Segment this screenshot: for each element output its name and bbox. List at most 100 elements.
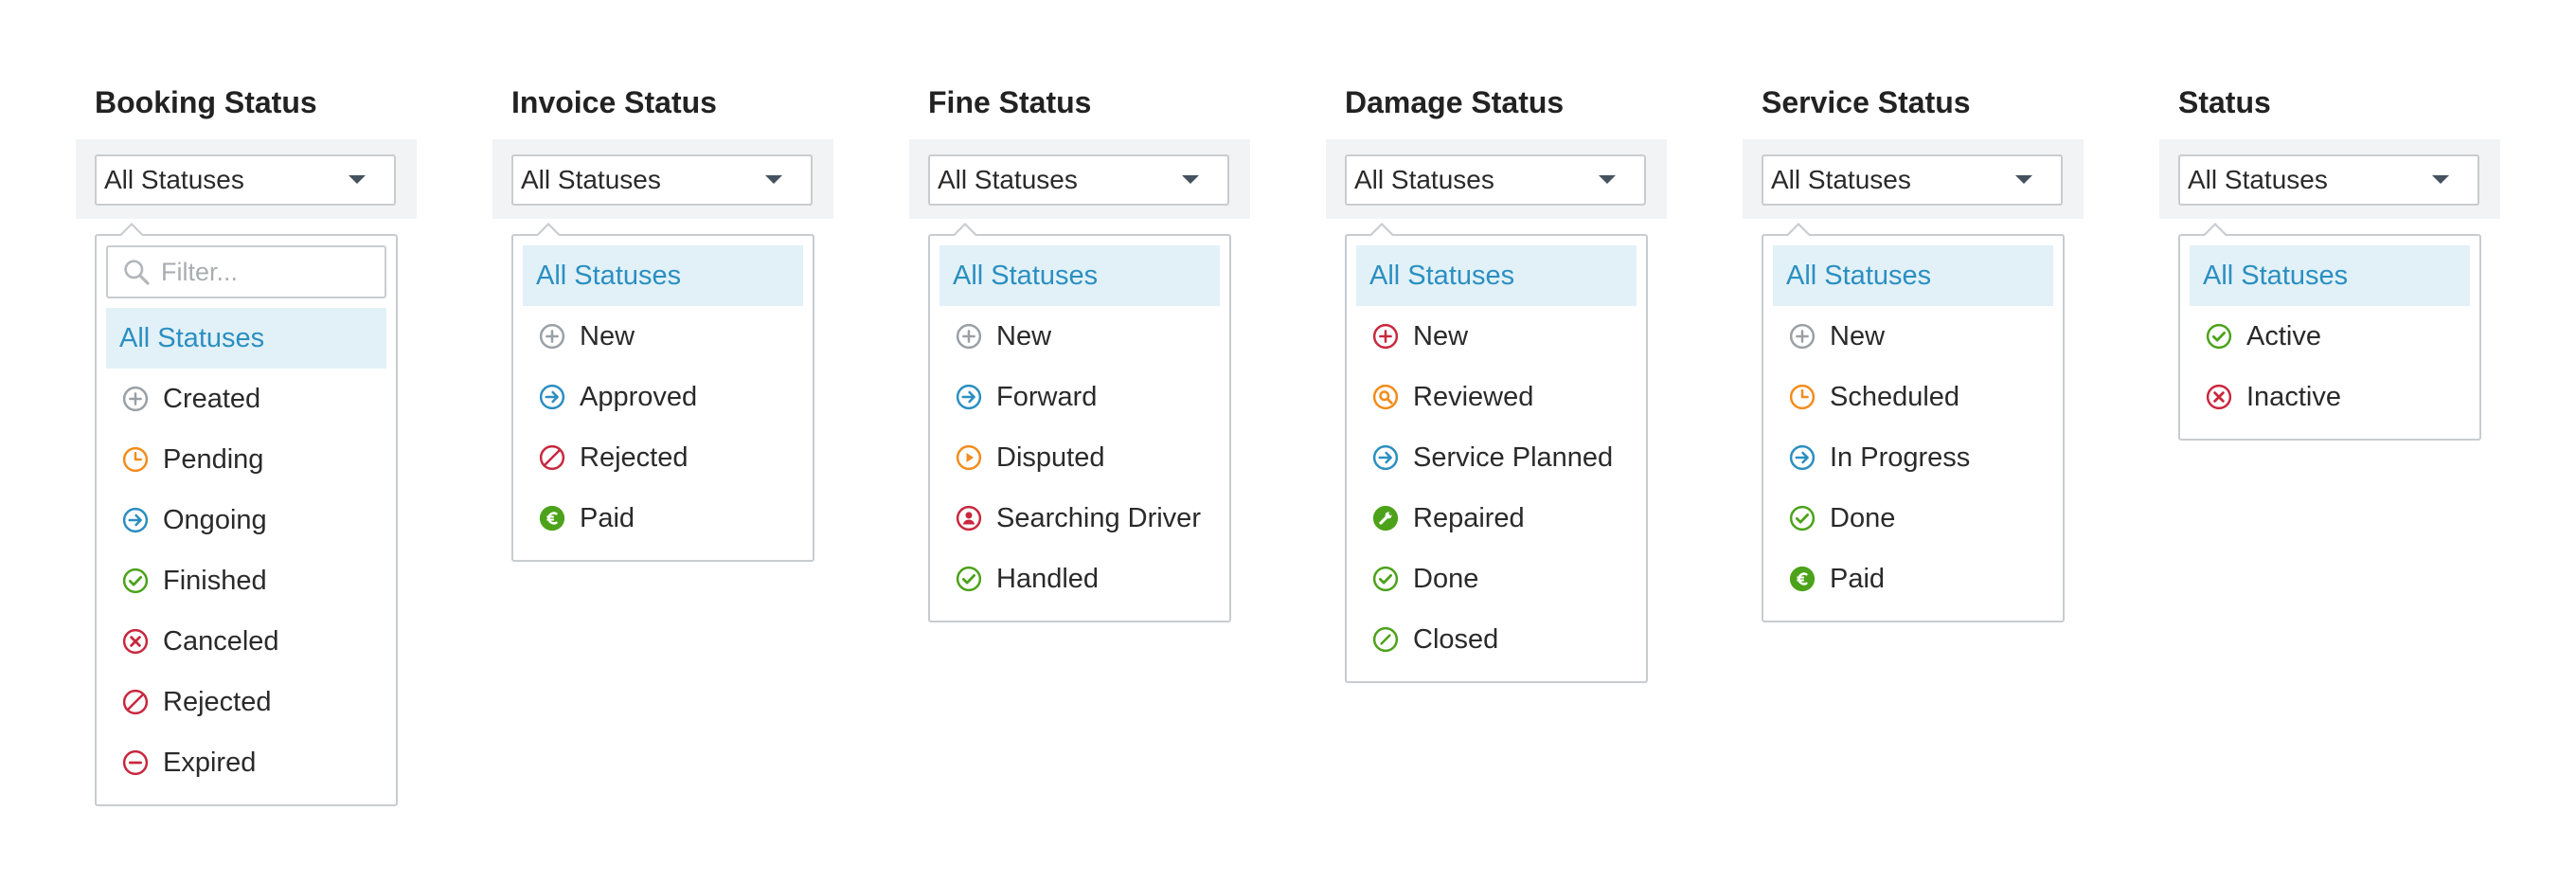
- option-label: Pending: [163, 443, 264, 475]
- fine-status-dropdown[interactable]: All Statuses: [928, 154, 1229, 206]
- booking-status-option-all-statuses[interactable]: All Statuses: [106, 308, 386, 369]
- service-status-option-scheduled[interactable]: Scheduled: [1773, 367, 2053, 427]
- ban-icon: [121, 688, 150, 716]
- service-status-option-new[interactable]: New: [1773, 306, 2053, 367]
- fine-status-select-container: All Statuses: [909, 139, 1250, 219]
- fine-status-title: Fine Status: [928, 85, 1092, 119]
- invoice-status-option-paid[interactable]: Paid: [523, 488, 803, 549]
- caret-down-icon: [1599, 175, 1616, 184]
- invoice-status-option-rejected[interactable]: Rejected: [523, 427, 803, 488]
- status-option-inactive[interactable]: Inactive: [2190, 367, 2470, 427]
- panel-pointer-fill: [121, 225, 142, 236]
- panel-pointer-fill: [1371, 225, 1392, 236]
- option-label: All Statuses: [536, 260, 682, 291]
- service-status-select-container: All Statuses: [1743, 139, 2084, 219]
- damage-status-option-closed[interactable]: Closed: [1356, 609, 1637, 670]
- euro-icon: [538, 504, 566, 532]
- option-label: Disputed: [996, 442, 1105, 473]
- option-label: Rejected: [163, 686, 272, 717]
- filter-input[interactable]: [161, 247, 388, 297]
- plus-circle-icon: [1371, 322, 1400, 351]
- option-label: New: [1830, 320, 1886, 351]
- invoice-status-dropdown[interactable]: All Statuses: [511, 154, 813, 206]
- clock-icon: [121, 445, 150, 474]
- booking-status-option-rejected[interactable]: Rejected: [106, 672, 386, 732]
- status-title: Status: [2178, 85, 2271, 119]
- invoice-status-option-approved[interactable]: Approved: [523, 367, 803, 427]
- fine-status-option-disputed[interactable]: Disputed: [939, 427, 1220, 488]
- damage-status-option-repaired[interactable]: Repaired: [1356, 488, 1637, 549]
- option-label: New: [580, 320, 635, 351]
- option-label: Done: [1413, 563, 1479, 594]
- clock-icon: [1788, 383, 1816, 411]
- damage-status-option-reviewed[interactable]: Reviewed: [1356, 367, 1637, 427]
- panel-pointer-fill: [955, 225, 975, 236]
- user-circle-icon: [955, 504, 983, 532]
- option-label: Inactive: [2246, 381, 2341, 412]
- option-label: New: [996, 320, 1052, 351]
- damage-status-option-new[interactable]: New: [1356, 306, 1637, 367]
- caret-down-icon: [765, 175, 782, 184]
- booking-status-title: Booking Status: [95, 85, 317, 119]
- fine-status-option-new[interactable]: New: [939, 306, 1220, 367]
- fine-status-option-handled[interactable]: Handled: [939, 549, 1220, 609]
- invoice-status-option-new[interactable]: New: [523, 306, 803, 367]
- booking-status-filter-field[interactable]: [106, 245, 388, 298]
- option-label: Handled: [996, 563, 1100, 594]
- plus-circle-icon: [121, 385, 150, 413]
- option-label: Scheduled: [1830, 381, 1960, 412]
- booking-status-option-pending[interactable]: Pending: [106, 429, 386, 490]
- plus-circle-icon: [955, 322, 983, 351]
- service-status-options-panel: All Statuses New Scheduled In Progress Done P…: [1762, 223, 2065, 622]
- fine-status-option-forward[interactable]: Forward: [939, 367, 1220, 427]
- option-label: Paid: [1830, 563, 1886, 594]
- plus-circle-icon: [1788, 322, 1816, 351]
- check-circle-icon: [2205, 322, 2233, 351]
- booking-status-option-created[interactable]: Created: [106, 369, 386, 429]
- fine-status-option-searching-driver[interactable]: Searching Driver: [939, 488, 1220, 549]
- service-status-selected-value: All Statuses: [1771, 165, 1911, 194]
- panel-pointer-fill: [538, 225, 559, 236]
- booking-status-option-ongoing[interactable]: Ongoing: [106, 490, 386, 550]
- service-status-option-all-statuses[interactable]: All Statuses: [1773, 245, 2053, 306]
- damage-status-option-done[interactable]: Done: [1356, 549, 1637, 609]
- invoice-status-select-container: All Statuses: [492, 139, 833, 219]
- option-label: Canceled: [163, 625, 279, 657]
- invoice-status-option-all-statuses[interactable]: All Statuses: [523, 245, 803, 306]
- booking-status-option-finished[interactable]: Finished: [106, 550, 386, 611]
- check-circle-icon: [121, 567, 150, 595]
- booking-status-dropdown[interactable]: All Statuses: [95, 154, 396, 206]
- fine-status-selected-value: All Statuses: [938, 165, 1078, 194]
- arrow-circle-icon: [955, 383, 983, 411]
- service-status-option-in-progress[interactable]: In Progress: [1773, 427, 2053, 488]
- status-selected-value: All Statuses: [2188, 165, 2328, 194]
- option-label: Ongoing: [163, 504, 267, 535]
- magnifier-icon: [1371, 383, 1400, 411]
- option-label: Done: [1830, 502, 1896, 533]
- caret-down-icon: [2015, 175, 2032, 184]
- booking-status-option-canceled[interactable]: Canceled: [106, 611, 386, 672]
- option-label: Closed: [1413, 623, 1499, 655]
- check-circle-icon: [1371, 565, 1400, 593]
- fine-status-option-all-statuses[interactable]: All Statuses: [939, 245, 1220, 306]
- damage-status-dropdown[interactable]: All Statuses: [1345, 154, 1646, 206]
- service-status-title: Service Status: [1762, 85, 1971, 119]
- status-dropdown[interactable]: All Statuses: [2178, 154, 2479, 206]
- booking-status-option-expired[interactable]: Expired: [106, 732, 386, 793]
- status-option-all-statuses[interactable]: All Statuses: [2190, 245, 2470, 306]
- check-circle-icon: [955, 565, 983, 593]
- damage-status-selected-value: All Statuses: [1354, 165, 1494, 194]
- service-status-option-paid[interactable]: Paid: [1773, 549, 2053, 609]
- service-status-dropdown[interactable]: All Statuses: [1762, 154, 2063, 206]
- arrow-circle-icon: [1788, 443, 1816, 472]
- option-label: Paid: [580, 502, 635, 533]
- wrench-icon: [1371, 504, 1400, 532]
- option-label: All Statuses: [953, 260, 1099, 291]
- damage-status-option-service-planned[interactable]: Service Planned: [1356, 427, 1637, 488]
- status-option-active[interactable]: Active: [2190, 306, 2470, 367]
- ban-icon: [538, 443, 566, 472]
- damage-status-option-all-statuses[interactable]: All Statuses: [1356, 245, 1637, 306]
- option-label: All Statuses: [2203, 260, 2349, 291]
- slash-circle-icon: [1371, 625, 1400, 654]
- service-status-option-done[interactable]: Done: [1773, 488, 2053, 549]
